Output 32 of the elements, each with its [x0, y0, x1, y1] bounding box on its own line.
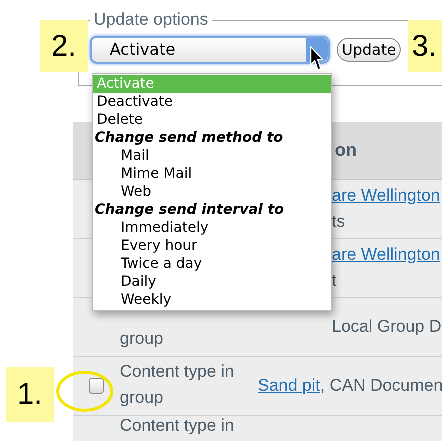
menu-option[interactable]: Web	[93, 183, 331, 201]
table-cell-text: Local Group D	[332, 316, 442, 338]
link[interactable]: are Wellington	[332, 242, 440, 268]
link[interactable]: are Wellington	[332, 183, 440, 209]
table-cell-text: , CAN Documen	[320, 375, 442, 397]
menu-option[interactable]: Every hour	[93, 237, 331, 255]
table-cell-text: group	[120, 328, 164, 350]
link[interactable]: Sand pit	[258, 373, 320, 399]
menu-option[interactable]: Daily	[93, 273, 331, 291]
table-cell-text: Content type in	[120, 416, 236, 436]
annotation-label: 2.	[40, 20, 88, 72]
checkbox[interactable]	[89, 378, 104, 394]
menu-option[interactable]: Twice a day	[93, 255, 331, 273]
menu-option[interactable]: Mime Mail	[93, 165, 331, 183]
menu-option[interactable]: Delete	[93, 111, 331, 129]
option-group-label: Change send interval to	[94, 201, 286, 219]
select-field[interactable]: Activate	[90, 36, 330, 64]
menu-option[interactable]: Immediately	[93, 219, 331, 237]
table-cell-text: t	[332, 270, 338, 292]
option-group-label: Change send method to	[94, 129, 284, 147]
update-button[interactable]: Update	[337, 38, 402, 62]
menu-option[interactable]: Mail	[93, 147, 331, 165]
highlight-circle	[55, 369, 115, 414]
fieldset-legend: Update options	[90, 10, 212, 30]
table-cell-text: Content type in group	[120, 361, 236, 409]
menu-option[interactable]: Deactivate	[93, 93, 331, 111]
column-header: on	[335, 139, 357, 162]
table-cell-text: ts	[332, 211, 346, 233]
cursor-icon	[310, 46, 324, 72]
annotation-label: 3.	[408, 20, 442, 72]
menu-option[interactable]: Weekly	[93, 291, 331, 309]
annotation-label: 1.	[6, 367, 54, 422]
